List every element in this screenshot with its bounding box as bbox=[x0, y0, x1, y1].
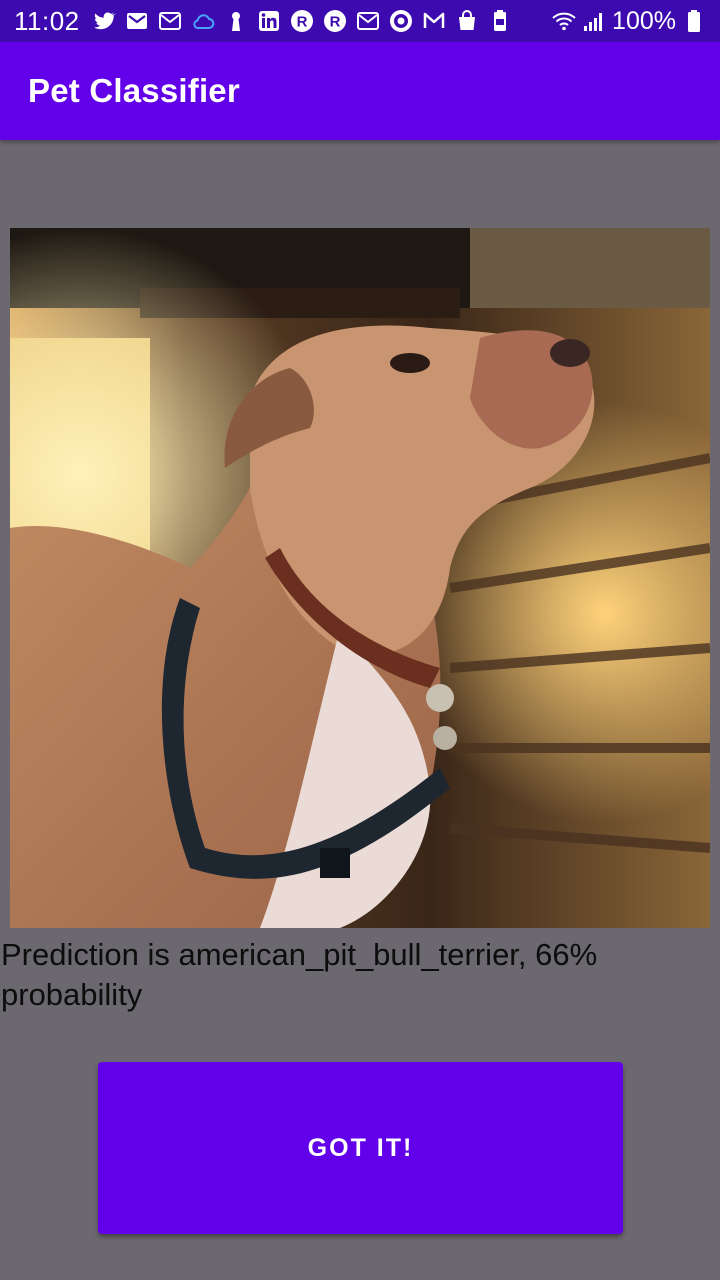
r-icon: R bbox=[290, 9, 314, 33]
r-icon: R bbox=[323, 9, 347, 33]
battery-saver-icon bbox=[488, 9, 512, 33]
svg-text:R: R bbox=[296, 14, 307, 31]
system-status: 100% bbox=[552, 7, 706, 36]
gmail-icon bbox=[125, 9, 149, 33]
mail-icon bbox=[356, 9, 380, 33]
notification-icons: R R bbox=[92, 9, 512, 33]
gmail-icon bbox=[158, 9, 182, 33]
battery-percent: 100% bbox=[612, 6, 676, 35]
keyhole-icon bbox=[224, 9, 248, 33]
m-icon bbox=[422, 9, 446, 33]
app-bar: Pet Classifier bbox=[0, 42, 720, 140]
prediction-text: Prediction is american_pit_bull_terrier,… bbox=[1, 937, 598, 1012]
cloud-icon bbox=[191, 9, 215, 33]
svg-text:R: R bbox=[329, 14, 340, 31]
dog-photo-illustration bbox=[10, 228, 710, 928]
bag-icon bbox=[455, 9, 479, 33]
status-bar: 11:02 R R 100% bbox=[0, 0, 720, 42]
status-time: 11:02 bbox=[14, 5, 80, 36]
signal-icon bbox=[582, 9, 606, 33]
shield-icon bbox=[389, 9, 413, 33]
linkedin-icon bbox=[257, 9, 281, 33]
pet-photo bbox=[10, 228, 710, 928]
app-title: Pet Classifier bbox=[28, 72, 240, 109]
twitter-icon bbox=[92, 9, 116, 33]
wifi-icon bbox=[552, 9, 576, 33]
battery-icon bbox=[682, 9, 706, 33]
got-it-button[interactable]: GOT IT! bbox=[98, 1062, 623, 1234]
